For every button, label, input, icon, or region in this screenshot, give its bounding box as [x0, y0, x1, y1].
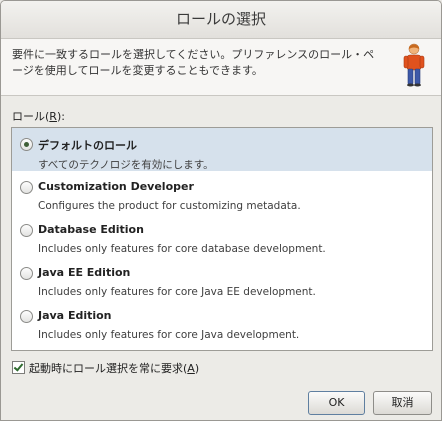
role-option-default[interactable]: デフォルトのロール すべてのテクノロジを有効にします。	[12, 128, 432, 171]
always-prompt-label: 起動時にロール選択を常に要求(A)	[29, 362, 200, 375]
role-description: Includes only features for core database…	[38, 243, 326, 255]
role-selection-dialog: ロールの選択 要件に一致するロールを選択してください。プリファレンスのロール・ペ…	[0, 0, 442, 421]
radio-dot-icon	[24, 142, 29, 147]
radio-button[interactable]	[20, 181, 33, 194]
ok-button[interactable]: OK	[308, 391, 365, 415]
role-title: Customization Developer	[38, 180, 194, 193]
role-title: デフォルトのロール	[38, 139, 137, 152]
radio-button[interactable]	[20, 267, 33, 280]
role-option-database-edition[interactable]: Database Edition Includes only features …	[12, 214, 432, 257]
person-icon	[403, 43, 425, 87]
dialog-title: ロールの選択	[1, 1, 441, 39]
role-option-customization-developer[interactable]: Customization Developer Configures the p…	[12, 171, 432, 214]
radio-button[interactable]	[20, 224, 33, 237]
radio-button[interactable]	[20, 310, 33, 323]
checkmark-icon	[13, 361, 24, 372]
cancel-button[interactable]: 取消	[373, 391, 432, 415]
roles-label: ロール(R):	[12, 110, 65, 123]
always-prompt-checkbox[interactable]	[12, 361, 25, 374]
dialog-header: 要件に一致するロールを選択してください。プリファレンスのロール・ページを使用して…	[1, 39, 441, 96]
role-title: Java Edition	[38, 309, 112, 322]
role-title: Java EE Edition	[38, 266, 131, 279]
role-description: Includes only features for core Java dev…	[38, 329, 300, 341]
role-description: Includes only features for core Java EE …	[38, 286, 316, 298]
radio-button[interactable]	[20, 138, 33, 151]
role-title: Database Edition	[38, 223, 144, 236]
role-option-java-edition[interactable]: Java Edition Includes only features for …	[12, 300, 432, 343]
role-list[interactable]: デフォルトのロール すべてのテクノロジを有効にします。 Customizatio…	[11, 127, 433, 351]
dialog-message: 要件に一致するロールを選択してください。プリファレンスのロール・ページを使用して…	[12, 48, 375, 77]
role-description: すべてのテクノロジを有効にします。	[38, 159, 214, 171]
role-description: Configures the product for customizing m…	[38, 200, 301, 212]
role-option-java-ee-edition[interactable]: Java EE Edition Includes only features f…	[12, 257, 432, 300]
